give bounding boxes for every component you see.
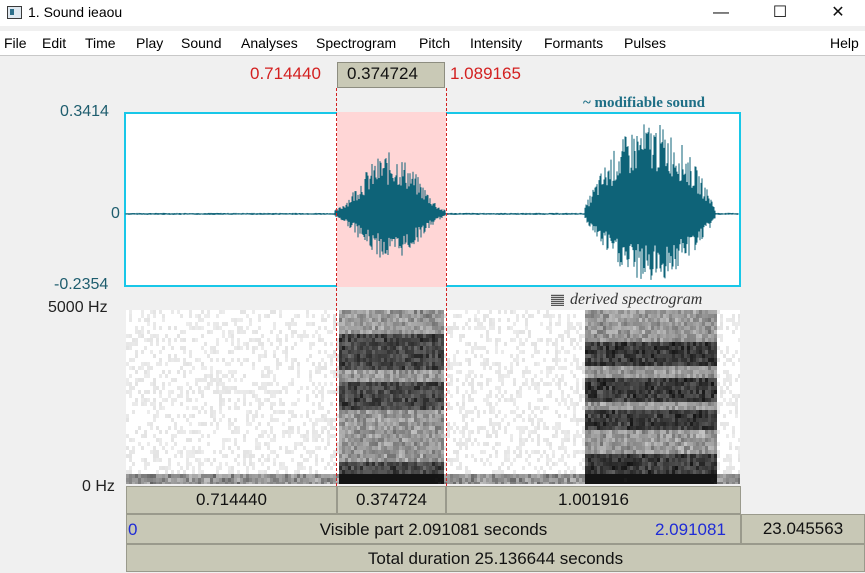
selection-start: 0.714440: [250, 64, 321, 83]
spectrogram-texture: [126, 310, 740, 484]
menu-spectrogram[interactable]: Spectrogram: [316, 35, 396, 51]
spectrogram-plot[interactable]: [126, 310, 740, 484]
menu-time[interactable]: Time: [85, 35, 116, 51]
menu-play[interactable]: Play: [136, 35, 163, 51]
menu-sound[interactable]: Sound: [181, 35, 221, 51]
menu-pulses[interactable]: Pulses: [624, 35, 666, 51]
time-before-selection[interactable]: 0.714440: [126, 486, 337, 514]
menu-pitch[interactable]: Pitch: [419, 35, 450, 51]
visible-end: 2.091081: [655, 520, 726, 539]
time-after-selection[interactable]: 1.001916: [446, 486, 741, 514]
selection-duration: 0.374724: [347, 64, 418, 83]
waveform-plot[interactable]: [124, 112, 741, 287]
total-duration-bar[interactable]: Total duration 25.136644 seconds: [126, 544, 865, 572]
menu-help[interactable]: Help: [830, 35, 859, 51]
spectrogram-label: derived spectrogram: [570, 291, 703, 308]
menu-file[interactable]: File: [4, 35, 27, 51]
waveform-trace: [125, 124, 739, 280]
menu-analyses[interactable]: Analyses: [241, 35, 298, 51]
waveform-y-min: -0.2354: [54, 276, 109, 293]
selection-end: 1.089165: [450, 64, 521, 83]
time-remaining[interactable]: 23.045563: [741, 514, 865, 544]
waveform-y-zero: 0: [111, 205, 120, 222]
minimize-icon[interactable]: —: [698, 0, 744, 26]
window-title: 1. Sound ieaou: [28, 4, 123, 20]
maximize-icon[interactable]: ☐: [757, 0, 803, 26]
time-selection[interactable]: 0.374724: [337, 486, 446, 514]
close-icon[interactable]: ✕: [815, 0, 861, 26]
menu-intensity[interactable]: Intensity: [470, 35, 522, 51]
visible-part-label: Visible part 2.091081 seconds: [319, 520, 548, 539]
spectrogram-f-max: 5000 Hz: [48, 299, 108, 316]
spectrogram-icon: [551, 294, 564, 306]
waveform-y-max: 0.3414: [60, 103, 109, 120]
waveform-label: ~ modifiable sound: [583, 95, 705, 111]
menu-edit[interactable]: Edit: [42, 35, 66, 51]
praat-app-icon: [7, 6, 22, 19]
selection-start-marker[interactable]: [336, 88, 337, 486]
spectrogram-f-min: 0 Hz: [82, 478, 115, 495]
selection-end-marker[interactable]: [446, 88, 447, 486]
menu-formants[interactable]: Formants: [544, 35, 603, 51]
